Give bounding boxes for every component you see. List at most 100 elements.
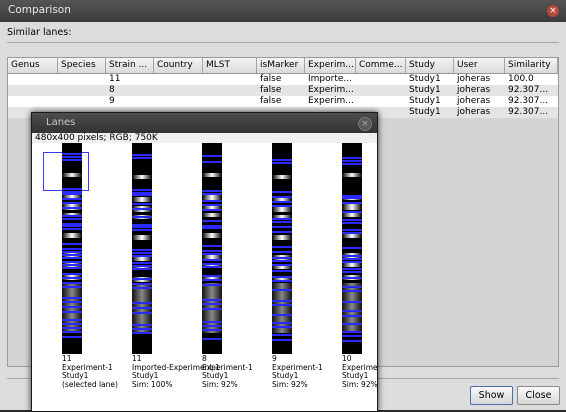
lane-glow: [272, 206, 292, 212]
lane-band: [202, 299, 222, 301]
lane-strip: [132, 143, 152, 354]
lane-band: [132, 328, 152, 330]
column-header[interactable]: Experim...: [305, 58, 356, 73]
lane-band: [202, 338, 222, 340]
lane-band: [132, 208, 152, 210]
table-cell: false: [260, 74, 282, 84]
lane-caption-line: (selected lane): [62, 379, 118, 389]
lane-strip: [342, 143, 362, 354]
column-header[interactable]: Comme...: [356, 58, 406, 73]
lane-glow: [272, 235, 292, 240]
lane-band: [132, 252, 152, 254]
column-header[interactable]: Strain ...: [106, 58, 154, 73]
column-header[interactable]: Species: [58, 58, 106, 73]
table-cell: Importe...: [308, 74, 352, 84]
lane-band: [62, 218, 82, 220]
lane-band: [62, 323, 82, 325]
lane-band: [62, 286, 82, 288]
table-cell: Study1: [409, 85, 441, 95]
lane-glow: [132, 175, 152, 179]
lane-band: [272, 159, 292, 161]
lane-band: [62, 311, 82, 313]
table-cell: 92.307...: [508, 85, 549, 95]
lane-band: [202, 279, 222, 281]
table-cell: 100.0: [508, 74, 534, 84]
lane-glow: [202, 233, 222, 238]
lane-band: [342, 232, 362, 234]
lane-glow: [342, 204, 362, 210]
lane-band: [62, 306, 82, 308]
column-header[interactable]: Genus: [8, 58, 58, 73]
column-header[interactable]: Study: [406, 58, 454, 73]
column-header[interactable]: User: [454, 58, 505, 73]
table-cell: Study1: [409, 74, 441, 84]
lane-caption-line: Sim: 92%: [342, 379, 377, 389]
lane-band: [62, 254, 82, 256]
show-button[interactable]: Show: [470, 386, 513, 405]
lane-band: [62, 193, 82, 195]
lane-band: [132, 287, 152, 289]
table-cell: [203, 85, 257, 96]
lane-band: [272, 218, 292, 220]
lane-band: [62, 188, 82, 190]
lane-smear: [62, 283, 82, 333]
window-title: Comparison: [8, 4, 71, 16]
column-header[interactable]: isMarker: [257, 58, 305, 73]
lane-band: [62, 336, 82, 338]
lane-band: [62, 243, 82, 245]
close-button[interactable]: Close: [517, 386, 560, 405]
lane-band: [342, 335, 362, 337]
lane-band: [62, 159, 82, 161]
lane-band: [132, 157, 152, 159]
lane-band: [202, 227, 222, 229]
lane-band: [62, 261, 82, 263]
lane-band: [202, 220, 222, 222]
lane-glow: [132, 197, 152, 202]
lane-band: [272, 339, 292, 341]
lanes-close-icon[interactable]: ×: [358, 117, 372, 131]
lane-band: [272, 270, 292, 272]
table-cell: joheras: [457, 107, 491, 117]
column-header[interactable]: Country: [154, 58, 203, 73]
table-cell: Experim...: [308, 85, 354, 95]
lane-band: [342, 219, 362, 221]
lane-band: [202, 190, 222, 192]
lane-band: [272, 334, 292, 336]
lanes-window-title: Lanes: [46, 117, 76, 128]
lane-band: [342, 261, 362, 263]
lane-band: [202, 209, 222, 211]
table-cell: [203, 74, 257, 85]
lane-band: [342, 222, 362, 224]
column-header[interactable]: Similarity: [505, 58, 558, 73]
lane-band: [202, 321, 222, 323]
lane-band: [62, 267, 82, 269]
column-header[interactable]: MLST: [203, 58, 257, 73]
window-close-icon[interactable]: ×: [547, 5, 559, 17]
lane-band: [62, 156, 82, 158]
lane-band: [342, 211, 362, 213]
lane-band: [272, 196, 292, 198]
lane-band: [342, 323, 362, 325]
lane-glow: [342, 213, 362, 217]
lane-band: [132, 268, 152, 270]
lane-band: [272, 251, 292, 253]
table-row[interactable]: 9 false Experim... Study1 joheras 92.307...: [8, 96, 558, 107]
lane-band: [202, 308, 222, 310]
lane-band: [342, 301, 362, 303]
lane-strip: [202, 143, 222, 354]
similar-lanes-label: Similar lanes:: [7, 27, 72, 38]
lane-band: [62, 264, 82, 266]
table-row[interactable]: 8 false Experim... Study1 joheras 92.307...: [8, 85, 558, 96]
lane-band: [202, 259, 222, 261]
table-row[interactable]: 11 false Importe... Study1 joheras 100.0: [8, 74, 558, 85]
lane-band: [132, 324, 152, 326]
lane-band: [62, 228, 82, 230]
lane-band: [342, 160, 362, 162]
lane-band: [342, 286, 362, 288]
lane-glow: [132, 235, 152, 240]
lane-band: [202, 193, 222, 195]
table-cell: [8, 74, 58, 85]
lane-band: [272, 231, 292, 233]
lane-band: [202, 263, 222, 265]
lanes-window: Lanes × 480x400 pixels; RGB; 750K 11 Expe…: [31, 112, 378, 412]
